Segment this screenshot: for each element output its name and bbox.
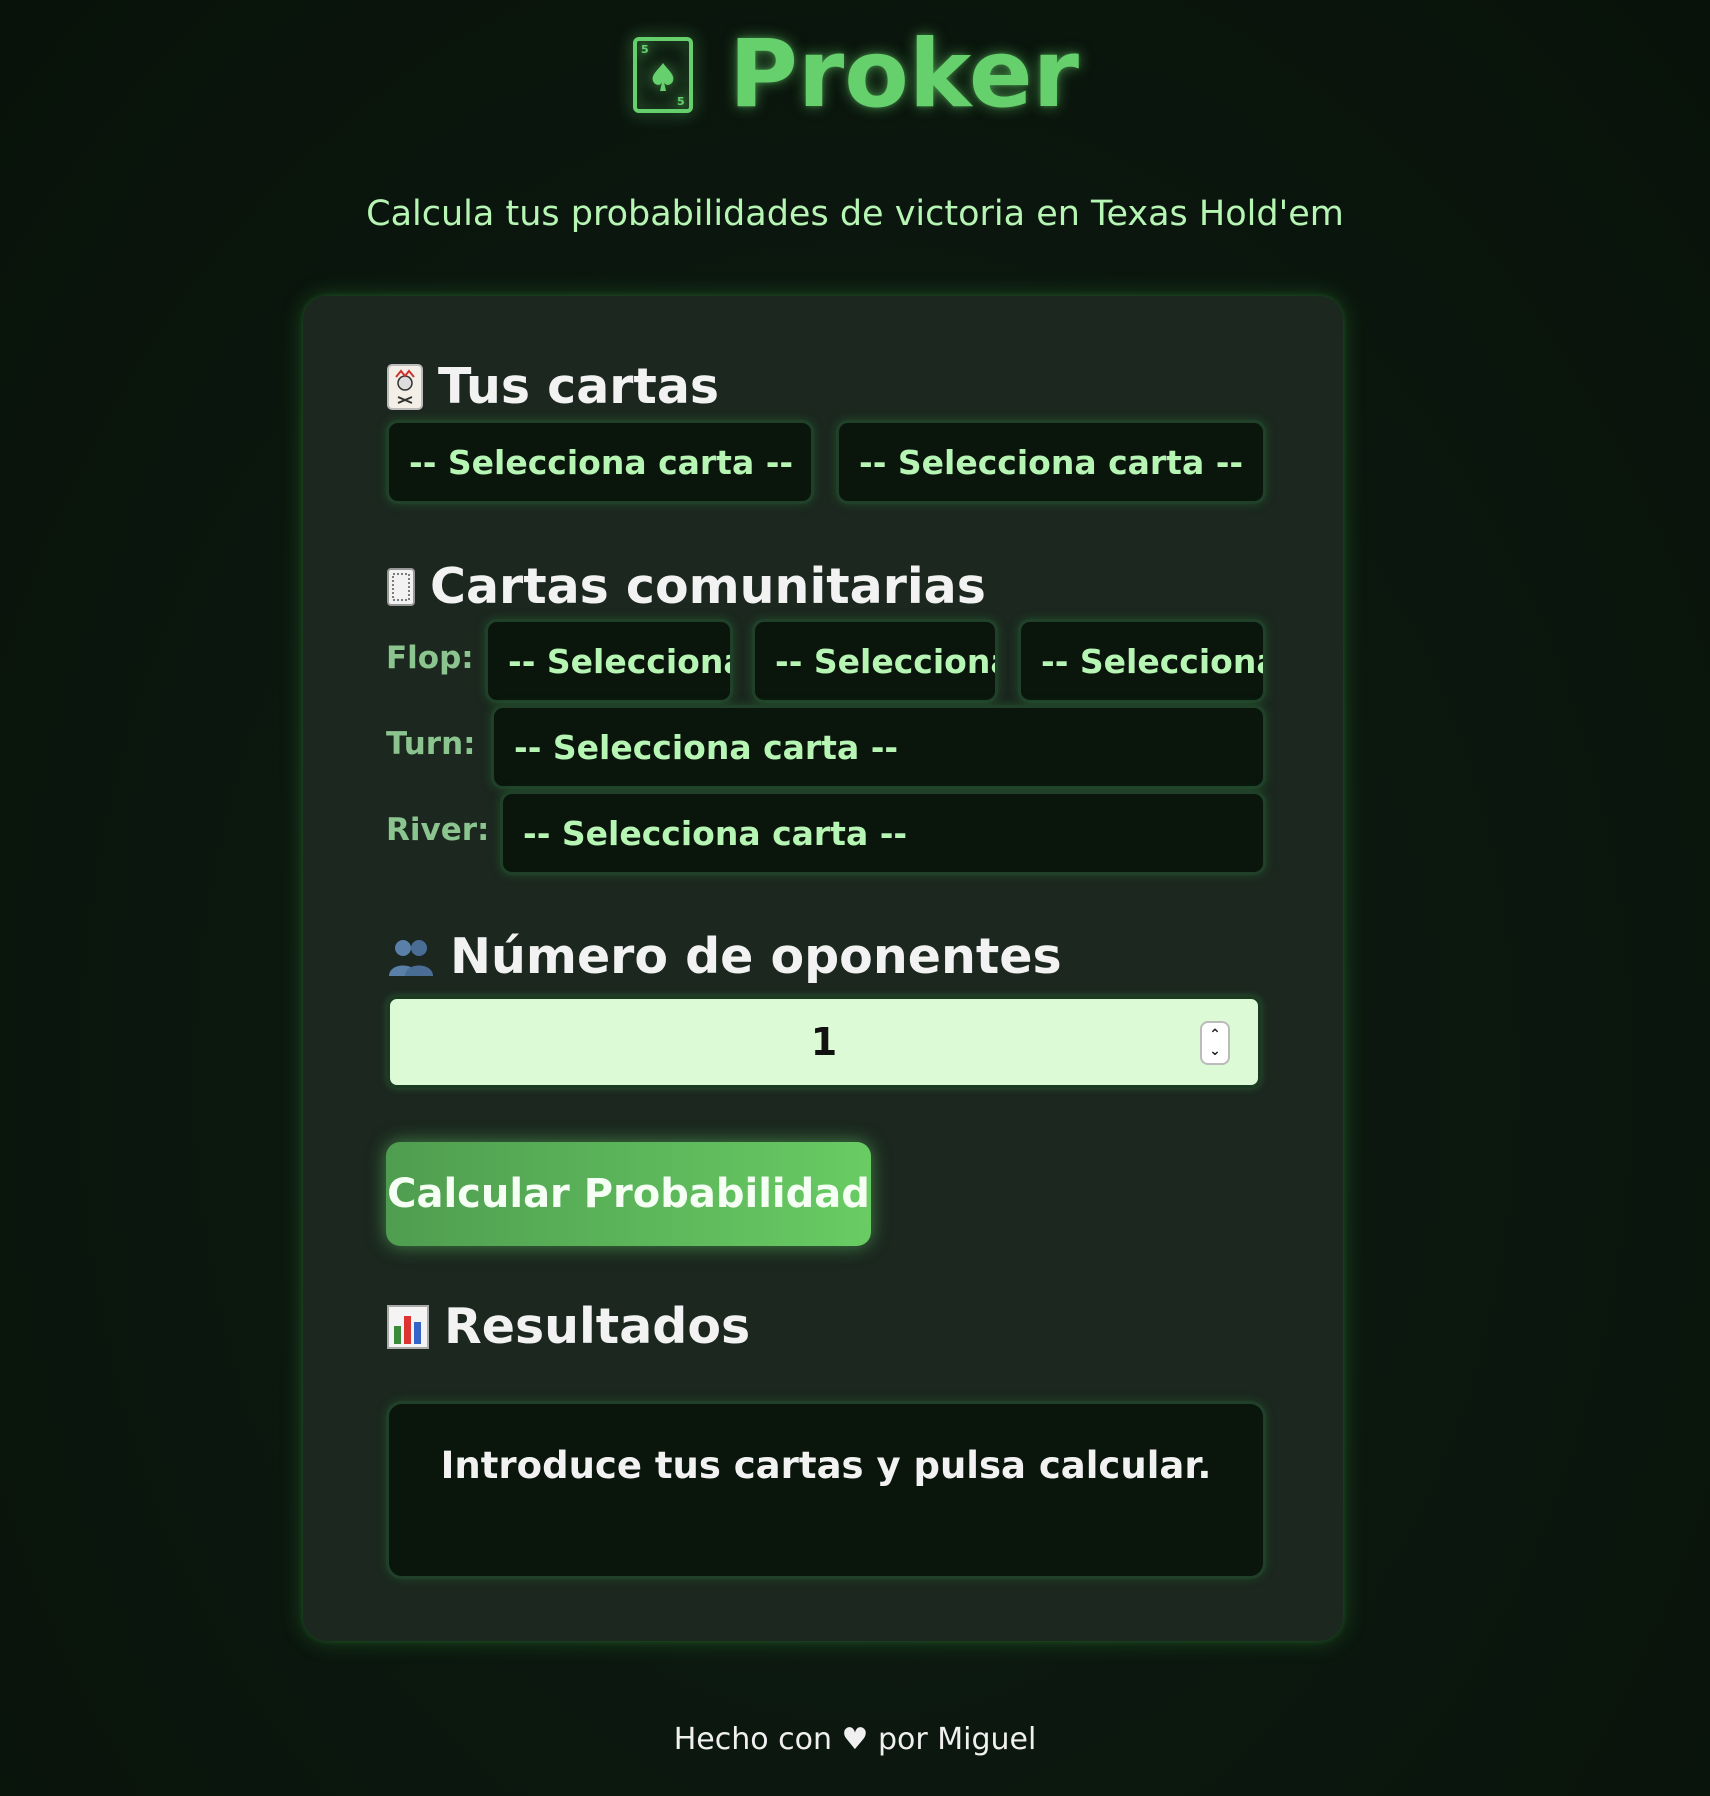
hole-card-select-2[interactable]: -- Selecciona carta -- (836, 420, 1266, 504)
calculator-panel: Tus cartas -- Selecciona carta -- -- Sel… (303, 296, 1343, 1641)
select-placeholder: -- Selecciona carta -- (859, 442, 1244, 482)
opponents-title: Número de oponentes (450, 928, 1062, 985)
select-placeholder: -- Selecciona carta -- (508, 641, 733, 681)
section-your-cards: Tus cartas (386, 358, 719, 415)
turn-label: Turn: (386, 726, 476, 762)
flop-select-2[interactable]: -- Selecciona carta -- (752, 619, 998, 703)
chevron-down-icon[interactable]: ⌄ (1209, 1043, 1221, 1059)
results-box: Introduce tus cartas y pulsa calcular. (386, 1401, 1266, 1579)
section-community-cards: Cartas comunitarias (386, 558, 986, 615)
heart-icon: ♥ (841, 1722, 869, 1757)
app-title-text: Proker (729, 20, 1079, 129)
joker-card-icon (386, 363, 424, 411)
results-title: Resultados (444, 1298, 751, 1355)
community-cards-title: Cartas comunitarias (430, 558, 986, 615)
number-stepper[interactable]: ⌃ ⌄ (1200, 1021, 1230, 1065)
header: 5 5 Proker (0, 28, 1710, 122)
select-placeholder: -- Selecciona carta -- (1041, 641, 1266, 681)
svg-text:5: 5 (677, 95, 685, 108)
footer-text-before: Hecho con (673, 1722, 832, 1757)
results-message: Introduce tus cartas y pulsa calcular. (440, 1444, 1212, 1487)
section-results: Resultados (386, 1298, 750, 1355)
app-title: 5 5 Proker (631, 28, 1079, 122)
bar-chart-icon (386, 1304, 430, 1350)
river-select[interactable]: -- Selecciona carta -- (500, 791, 1266, 875)
select-placeholder: -- Selecciona carta -- (409, 442, 794, 482)
opponents-number-input[interactable]: 1 ⌃ ⌄ (387, 996, 1261, 1088)
river-label: River: (386, 812, 490, 848)
select-placeholder: -- Selecciona carta -- (523, 813, 908, 853)
svg-text:5: 5 (641, 43, 649, 56)
chevron-up-icon[interactable]: ⌃ (1209, 1027, 1221, 1043)
calculate-button[interactable]: Calcular Probabilidad (386, 1142, 871, 1246)
footer: Hecho con ♥ por Miguel (0, 1722, 1710, 1757)
hole-card-select-1[interactable]: -- Selecciona carta -- (386, 420, 814, 504)
flop-select-1[interactable]: -- Selecciona carta -- (485, 619, 733, 703)
your-cards-title: Tus cartas (438, 358, 720, 415)
flop-select-3[interactable]: -- Selecciona carta -- (1018, 619, 1266, 703)
spade-card-icon: 5 5 (631, 35, 695, 115)
section-opponents: Número de oponentes (386, 928, 1062, 985)
select-placeholder: -- Selecciona carta -- (514, 727, 899, 767)
card-back-icon (386, 567, 416, 607)
flop-label: Flop: (386, 640, 474, 676)
opponents-value: 1 (810, 1020, 838, 1064)
select-placeholder: -- Selecciona carta -- (775, 641, 998, 681)
turn-select[interactable]: -- Selecciona carta -- (491, 705, 1266, 789)
footer-text-after: por Miguel (877, 1722, 1037, 1757)
subtitle: Calcula tus probabilidades de victoria e… (366, 194, 1344, 234)
two-people-icon (386, 936, 436, 978)
